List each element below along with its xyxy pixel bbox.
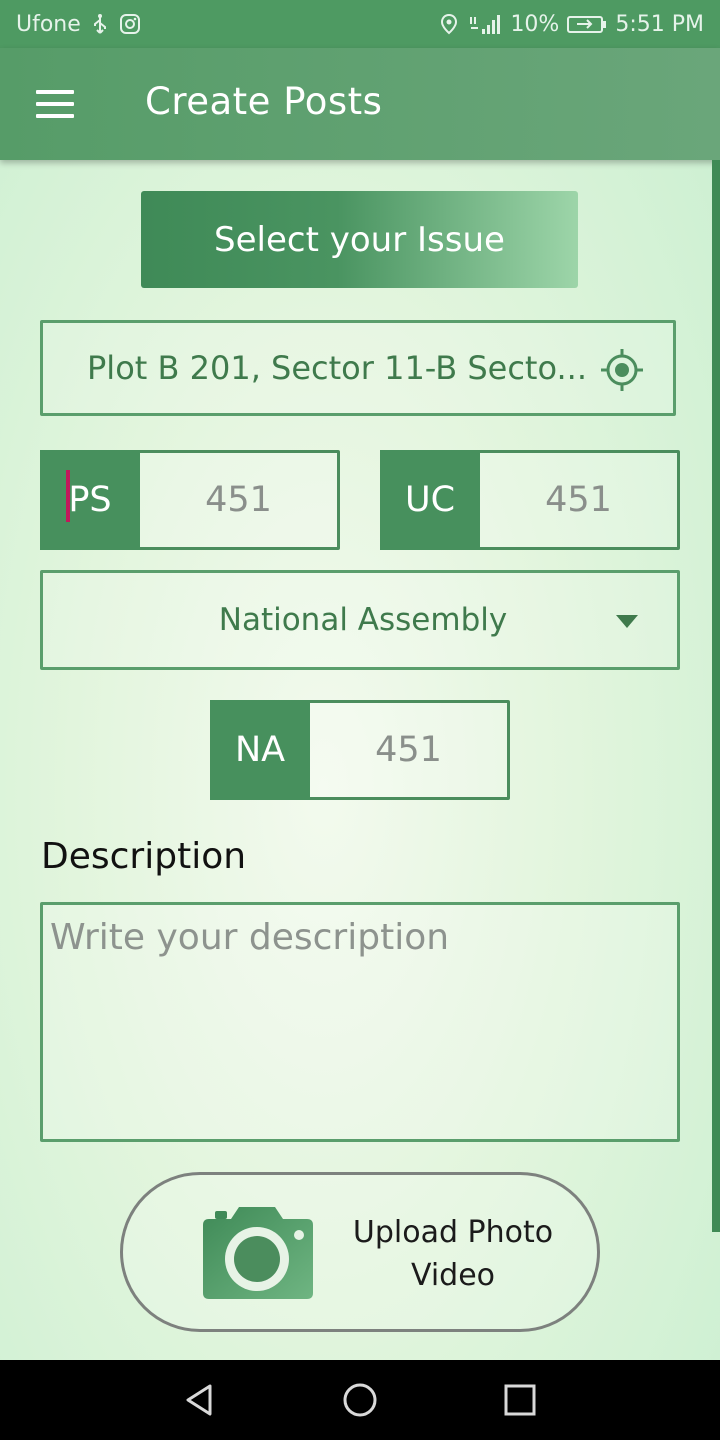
description-label: Description — [41, 836, 247, 877]
upload-label-line2: Video — [410, 1258, 496, 1293]
description-input[interactable]: Write your description — [40, 902, 680, 1142]
assembly-select[interactable]: National Assembly — [40, 570, 680, 670]
page-title: Create Posts — [145, 80, 383, 123]
signal-icon — [470, 15, 501, 34]
battery-percent: 10% — [510, 11, 560, 37]
upload-label: Upload Photo Video — [333, 1211, 573, 1297]
ps-value[interactable]: 451 — [140, 453, 337, 547]
instagram-icon — [119, 14, 140, 34]
na-field[interactable]: NA 451 — [210, 700, 510, 800]
ps-field[interactable]: PS 451 — [40, 450, 340, 550]
assembly-select-value: National Assembly — [218, 602, 508, 638]
location-field[interactable]: Plot B 201, Sector 11-B Secto... — [40, 320, 676, 416]
recents-icon[interactable] — [500, 1380, 540, 1420]
select-issue-button[interactable]: Select your Issue — [141, 191, 578, 288]
upload-photo-video-button[interactable]: Upload Photo Video — [120, 1172, 600, 1332]
uc-field[interactable]: UC 451 — [380, 450, 680, 550]
ps-label-text: PS — [68, 480, 112, 520]
camera-icon — [203, 1207, 313, 1299]
back-icon[interactable] — [180, 1380, 220, 1420]
dropdown-arrow-icon — [616, 615, 638, 628]
carrier-label: Ufone — [16, 11, 81, 37]
na-value[interactable]: 451 — [310, 703, 507, 797]
location-pin-icon — [441, 13, 458, 35]
description-placeholder: Write your description — [50, 917, 450, 958]
screen: Ufone 10% 5:51 PM Create Posts Select yo… — [0, 0, 720, 1360]
menu-icon[interactable] — [36, 88, 76, 120]
status-bar: Ufone 10% 5:51 PM — [0, 0, 720, 48]
app-bar: Create Posts — [0, 48, 720, 160]
status-right: 10% 5:51 PM — [438, 0, 704, 48]
uc-value[interactable]: 451 — [480, 453, 677, 547]
clock: 5:51 PM — [615, 11, 704, 37]
usb-icon — [93, 14, 106, 34]
status-left: Ufone — [16, 0, 141, 48]
my-location-icon[interactable] — [599, 347, 645, 393]
scroll-indicator — [712, 160, 720, 1232]
text-cursor — [66, 470, 70, 522]
ps-label: PS — [40, 450, 140, 550]
battery-icon — [567, 16, 607, 33]
location-text: Plot B 201, Sector 11-B Secto... — [87, 349, 587, 387]
navigation-bar — [0, 1360, 720, 1440]
na-label: NA — [210, 700, 310, 800]
upload-label-line1: Upload Photo — [352, 1215, 554, 1250]
home-icon[interactable] — [340, 1380, 380, 1420]
uc-label: UC — [380, 450, 480, 550]
